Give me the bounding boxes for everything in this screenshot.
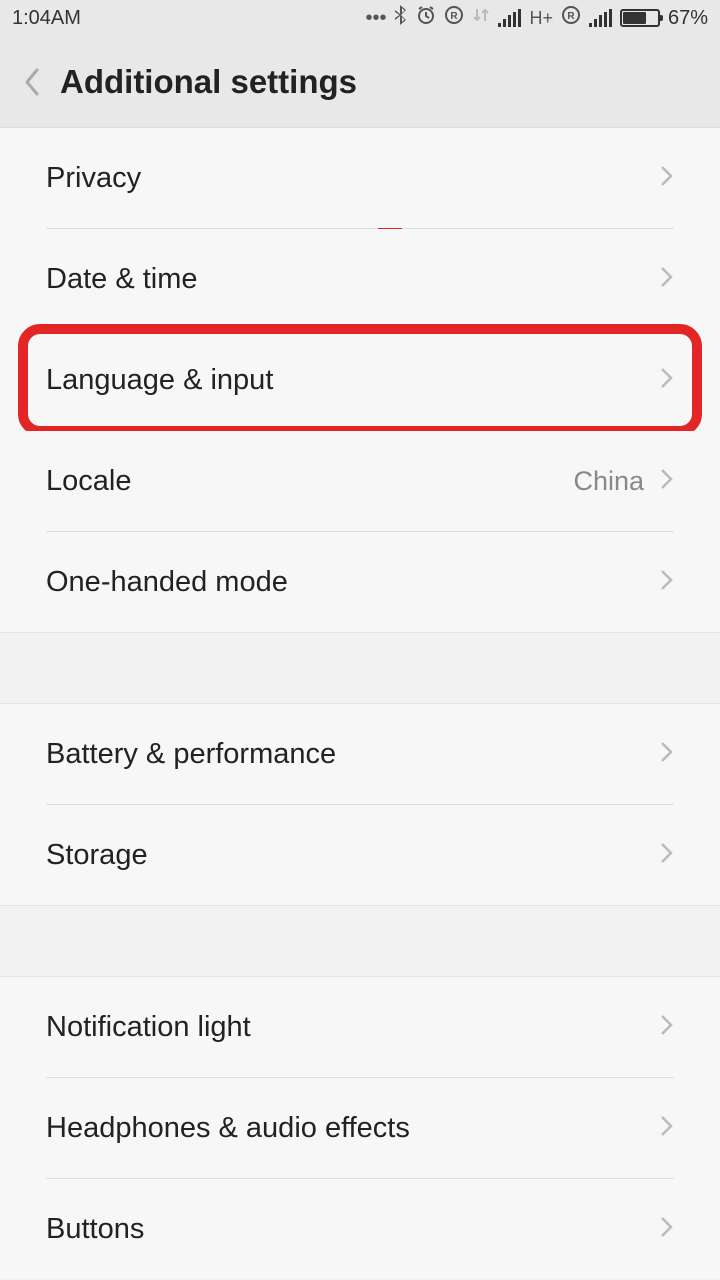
signal-icon bbox=[498, 9, 521, 27]
network-type: H+ bbox=[529, 8, 553, 29]
back-button[interactable] bbox=[8, 58, 56, 106]
status-time: 1:04AM bbox=[12, 7, 81, 30]
setting-headphones-audio[interactable]: Headphones & audio effects bbox=[0, 1078, 720, 1178]
setting-label: Battery & performance bbox=[46, 738, 336, 771]
settings-group: Notification light Headphones & audio ef… bbox=[0, 977, 720, 1279]
chevron-right-icon bbox=[660, 1114, 674, 1143]
setting-label: Notification light bbox=[46, 1011, 251, 1044]
group-separator bbox=[0, 905, 720, 977]
chevron-right-icon bbox=[660, 164, 674, 193]
chevron-right-icon bbox=[660, 740, 674, 769]
setting-storage[interactable]: Storage bbox=[0, 805, 720, 905]
setting-label: Date & time bbox=[46, 263, 198, 296]
chevron-right-icon bbox=[660, 568, 674, 597]
setting-value: China bbox=[573, 466, 644, 497]
setting-battery-perf[interactable]: Battery & performance bbox=[0, 704, 720, 804]
setting-label: Locale bbox=[46, 465, 131, 498]
page-title: Additional settings bbox=[60, 63, 357, 101]
setting-locale[interactable]: Locale China bbox=[0, 431, 720, 531]
settings-group: Privacy Date & time Language & input Loc… bbox=[0, 128, 720, 632]
highlighted-row: Language & input bbox=[0, 330, 720, 430]
status-bar: 1:04AM ••• R H+ R 67% bbox=[0, 0, 720, 36]
setting-label: Buttons bbox=[46, 1213, 144, 1246]
setting-one-handed[interactable]: One-handed mode bbox=[0, 532, 720, 632]
setting-label: Privacy bbox=[46, 162, 141, 195]
chevron-right-icon bbox=[660, 366, 674, 395]
battery-percent: 67% bbox=[668, 7, 708, 30]
svg-text:R: R bbox=[567, 11, 575, 22]
bluetooth-icon bbox=[394, 5, 408, 31]
setting-label: Language & input bbox=[46, 364, 273, 397]
setting-date-time[interactable]: Date & time bbox=[0, 229, 720, 329]
svg-text:R: R bbox=[451, 11, 459, 22]
settings-list: Privacy Date & time Language & input Loc… bbox=[0, 128, 720, 1279]
status-icons: ••• R H+ R 67% bbox=[365, 5, 708, 31]
registered-icon: R bbox=[444, 5, 464, 31]
setting-language-input[interactable]: Language & input bbox=[0, 330, 720, 430]
setting-label: One-handed mode bbox=[46, 566, 288, 599]
chevron-right-icon bbox=[660, 265, 674, 294]
data-arrows-icon bbox=[472, 6, 490, 30]
header: Additional settings bbox=[0, 36, 720, 128]
setting-label: Headphones & audio effects bbox=[46, 1112, 410, 1145]
chevron-right-icon bbox=[660, 1013, 674, 1042]
more-icon: ••• bbox=[365, 7, 386, 30]
registered-icon-2: R bbox=[561, 5, 581, 31]
alarm-icon bbox=[416, 5, 436, 31]
settings-group: Battery & performance Storage bbox=[0, 704, 720, 905]
chevron-right-icon bbox=[660, 467, 674, 496]
battery-icon bbox=[620, 9, 660, 27]
group-separator bbox=[0, 632, 720, 704]
setting-label: Storage bbox=[46, 839, 148, 872]
setting-privacy[interactable]: Privacy bbox=[0, 128, 720, 228]
setting-notification-light[interactable]: Notification light bbox=[0, 977, 720, 1077]
signal-icon-2 bbox=[589, 9, 612, 27]
setting-buttons[interactable]: Buttons bbox=[0, 1179, 720, 1279]
chevron-right-icon bbox=[660, 841, 674, 870]
chevron-right-icon bbox=[660, 1215, 674, 1244]
